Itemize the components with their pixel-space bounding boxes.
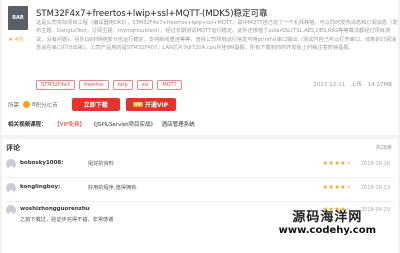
rating-star-icon: ★ <box>8 37 13 43</box>
comment-date: 2018-10-16 <box>360 161 390 167</box>
avatar[interactable] <box>6 159 16 174</box>
download-button[interactable]: 立即下载 <box>71 98 120 111</box>
course-link-hotel[interactable]: 酒店管理系统 <box>162 122 195 128</box>
upload-label: 上传 <box>350 82 362 88</box>
comments-count: 共28条 <box>375 145 392 151</box>
resource-page: RAR ★ 4分 STM32F4x7+freertos+lwip+ssl+MQT… <box>0 0 400 253</box>
divider <box>6 177 394 178</box>
comment-author-name: konglingboy <box>20 184 59 190</box>
watermark-url: www.codehy.com <box>278 225 376 236</box>
comment-author[interactable]: bobosky1008: <box>20 160 63 166</box>
rating-label: 4分 <box>14 37 24 43</box>
tag-freertos[interactable]: freertos <box>79 80 109 90</box>
comment-author-name: bobosky1008 <box>20 160 62 166</box>
star-empty-icon: ★ <box>346 184 352 191</box>
related-course-row: 相关视频课程： 【VIP免费】 《JSP&Servlet项目实战》 酒店管理系统 <box>8 120 199 128</box>
comment-author[interactable]: woshizhongguorenzhu <box>20 206 90 212</box>
related-course-label: 相关视频课程： <box>8 122 47 128</box>
coin-icon <box>23 101 31 108</box>
file-size: 14.37MB <box>367 82 392 88</box>
price-label: 所需 <box>8 102 20 109</box>
resource-title: STM32F4x7+freertos+lwip+ssl+MQTT-(MDK5)稳… <box>36 9 268 19</box>
comment-author[interactable]: konglingboy: <box>20 184 60 190</box>
comment-text: 好用的程序,值得拥有. <box>88 185 138 191</box>
vip-free-tag[interactable]: 【VIP免费】 <box>54 122 85 128</box>
star-empty-icon: ★ <box>346 160 352 167</box>
upload-date: 2017-12-11 <box>313 82 346 88</box>
comment-stars: ★★★★★ <box>323 160 352 167</box>
comment-text: 之前下载过，验证步完得不错，非常感谢 <box>20 217 114 223</box>
tag-list: STM32F4x7 freertos lwip ssl MQTT <box>36 80 182 90</box>
rar-file-icon: RAR <box>8 6 28 30</box>
resource-card: RAR ★ 4分 STM32F4x7+freertos+lwip+ssl+MQT… <box>2 0 398 135</box>
vip-badge-icon: VIP <box>133 102 143 107</box>
comment-item: bobosky1008: 挺好的资料 ★★★★★ 2018-10-16 <box>6 159 394 174</box>
resource-meta: 2017-12-11 上传 14.37MB <box>309 80 392 88</box>
comment-text: 挺好的资料 <box>88 161 114 167</box>
thumb-label: RAR <box>12 15 24 21</box>
colon: : <box>58 184 61 190</box>
price-unit: 积分/C币 <box>35 102 58 109</box>
open-vip-label: 开通VIP <box>144 102 169 109</box>
price-row: 所需 8 积分/C币 立即下载 VIP 开通VIP <box>8 98 176 111</box>
avatar[interactable] <box>6 205 16 220</box>
site-watermark: 源码海洋网 www.codehy.com <box>279 206 376 236</box>
comment-item: konglingboy: 好用的程序,值得拥有. ★★★★★ 2018-10-1… <box>6 183 394 198</box>
colon: : <box>61 160 64 166</box>
tag-stm32[interactable]: STM32F4x7 <box>36 80 76 90</box>
divider <box>6 201 394 202</box>
open-vip-button[interactable]: VIP 开通VIP <box>125 98 176 111</box>
star-icon: ★★★★ <box>322 160 347 167</box>
avatar[interactable] <box>6 183 16 198</box>
resource-rating: ★ 4分 <box>8 35 24 43</box>
comment-stars: ★★★★★ <box>323 184 352 191</box>
resource-description: 这是公司实际项目工程（编译器用DK5），STM32F4x7+freertos+l… <box>36 20 398 52</box>
tag-mqtt[interactable]: MQTT <box>157 80 182 90</box>
comments-title: 评论 <box>6 144 20 152</box>
course-link-jsp[interactable]: 《JSP&Servlet项目实战》 <box>91 122 156 128</box>
comment-date: 2018-10-13 <box>360 185 390 191</box>
star-icon: ★★★★ <box>322 184 347 191</box>
tag-lwip[interactable]: lwip <box>112 80 133 90</box>
tag-ssl[interactable]: ssl <box>136 80 154 90</box>
watermark-cn: 源码海洋网 <box>292 210 363 225</box>
